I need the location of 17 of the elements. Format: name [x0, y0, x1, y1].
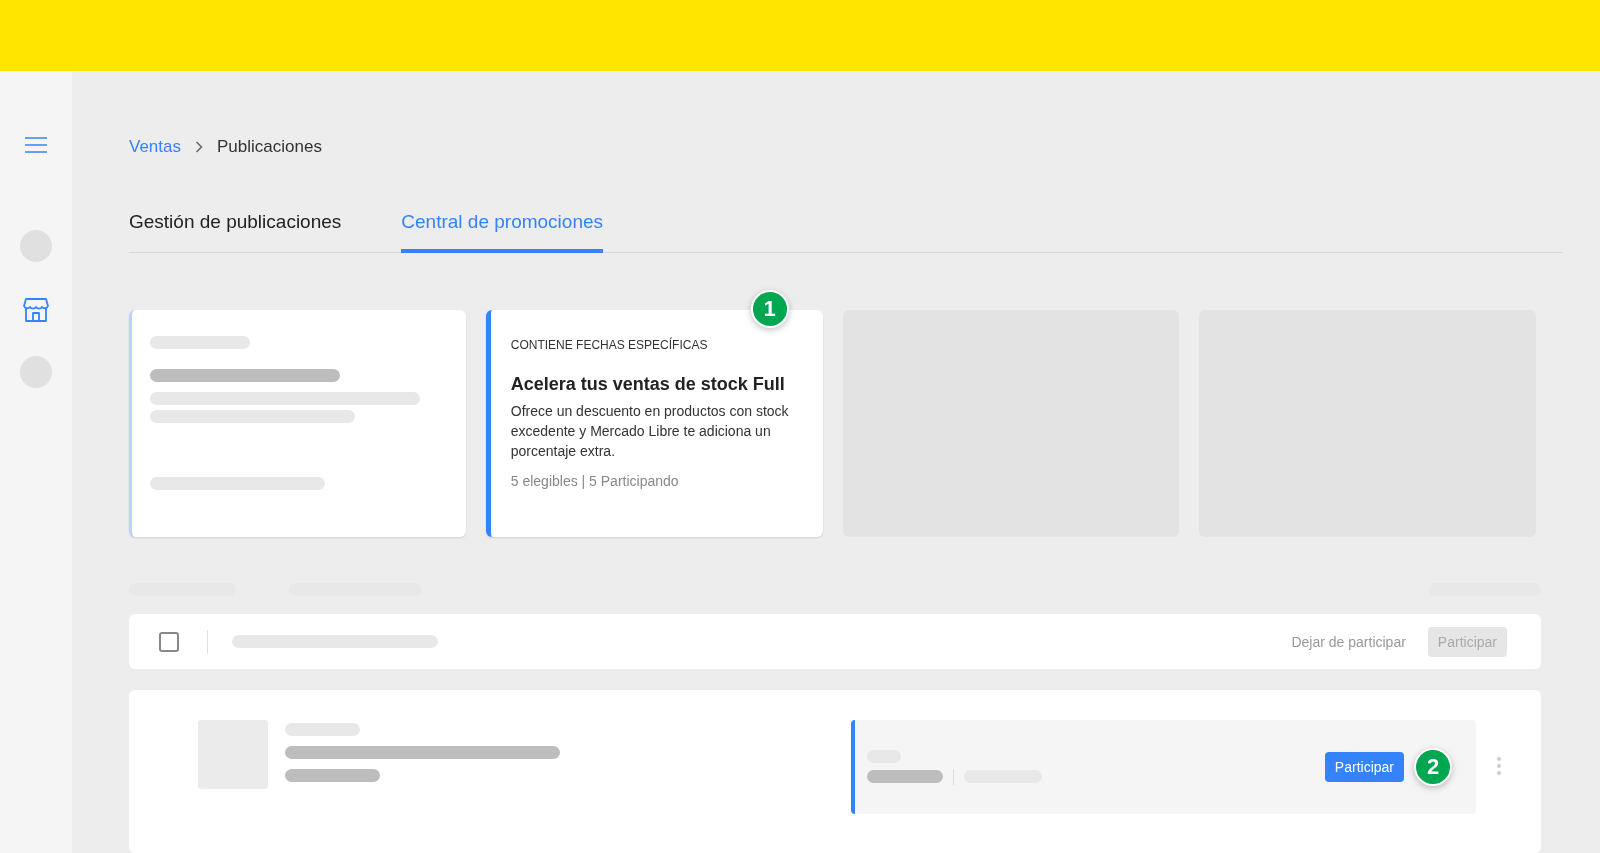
tab[interactable]: Gestión de publicaciones — [129, 201, 342, 253]
leave-button[interactable]: Dejar de participar — [1285, 632, 1412, 651]
more-options-icon[interactable] — [1496, 756, 1502, 776]
participate-button[interactable]: Participar — [1324, 752, 1404, 782]
step-marker: 2 — [1414, 748, 1452, 786]
store-icon[interactable] — [23, 298, 49, 322]
promotion-stats: 5 elegibles | 5 Participando — [510, 473, 680, 489]
tab[interactable]: Central de promociones — [401, 201, 604, 253]
promotion-tag: CONTIENE FECHAS ESPECÍFICAS — [510, 338, 795, 352]
chevron-right-icon — [195, 141, 203, 153]
menu-icon[interactable] — [24, 136, 48, 154]
step-marker: 1 — [750, 290, 789, 328]
promotion-description: Ofrece un descuento en productos con stock excedente y Mercado Libre te adiciona un porcentaje extra. — [510, 402, 790, 461]
select-all-checkbox[interactable] — [159, 631, 179, 652]
breadcrumb-current: Publicaciones — [217, 137, 322, 157]
breadcrumb-link[interactable]: Ventas — [129, 137, 181, 157]
promotion-title: Acelera tus ventas de stock Full — [510, 374, 786, 395]
